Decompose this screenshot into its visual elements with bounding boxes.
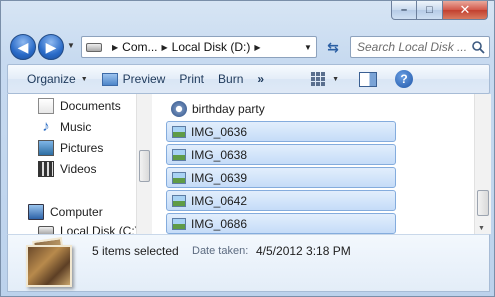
organize-label: Organize	[27, 72, 76, 86]
file-item[interactable]: IMG_0638	[166, 144, 396, 165]
preview-icon	[101, 72, 118, 86]
computer-icon	[28, 204, 44, 220]
refresh-button[interactable]: ⇆	[321, 36, 345, 58]
nav-item-label: Videos	[60, 162, 97, 176]
preview-button[interactable]: Preview	[95, 67, 173, 91]
file-item[interactable]: IMG_0636	[166, 121, 396, 142]
nav-item-computer[interactable]: Computer	[28, 204, 103, 220]
file-name: birthday party	[192, 101, 265, 116]
nav-item-documents[interactable]: Documents	[38, 98, 121, 114]
file-name: IMG_0642	[191, 193, 248, 208]
explorer-window: – □ ✕ ◀ ▶ ▼ ▶ Com... ▶ Local Disk (D:) ▶…	[0, 0, 495, 297]
image-file-icon	[172, 171, 186, 184]
navigation-scrollbar[interactable]	[136, 94, 152, 234]
nav-item-music[interactable]: ♪ Music	[38, 119, 91, 135]
breadcrumb-local-disk[interactable]: Local Disk (D:)	[172, 40, 251, 54]
preview-label: Preview	[122, 72, 166, 86]
file-name: IMG_0639	[191, 170, 248, 185]
details-pane: 5 items selected Date taken: 4/5/2012 3:…	[7, 234, 490, 292]
breadcrumb-computer[interactable]: Com...	[122, 40, 157, 54]
search-icon[interactable]	[471, 40, 485, 54]
more-commands-button[interactable]: »	[250, 67, 271, 91]
navigation-pane: Documents ♪ Music Pictures Videos Comput…	[8, 94, 152, 234]
recent-pages-dropdown-icon[interactable]: ▼	[67, 41, 75, 50]
maximize-button[interactable]: □	[417, 1, 443, 20]
selection-thumbnail	[26, 245, 72, 287]
command-bar: Organize ▼ Preview Print Burn » ▼ ?	[7, 64, 490, 94]
image-file-icon	[172, 148, 186, 161]
scroll-down-icon[interactable]: ▼	[478, 225, 485, 232]
file-item[interactable]: IMG_0639	[166, 167, 396, 188]
help-icon[interactable]: ?	[395, 70, 413, 88]
search-input[interactable]: Search Local Disk ...	[350, 36, 490, 58]
breadcrumb-separator-icon[interactable]: ▶	[112, 43, 118, 52]
print-button[interactable]: Print	[172, 67, 211, 91]
zip-folder-icon	[171, 100, 187, 117]
view-options-dropdown-icon[interactable]: ▼	[332, 76, 339, 83]
documents-icon	[38, 98, 54, 114]
nav-item-videos[interactable]: Videos	[38, 161, 96, 177]
pictures-icon	[38, 140, 54, 156]
drive-icon	[38, 226, 54, 234]
address-bar[interactable]: ▶ Com... ▶ Local Disk (D:) ▶ ▼	[81, 36, 317, 58]
selection-count: 5 items selected	[92, 244, 179, 258]
image-file-icon	[172, 194, 186, 207]
nav-item-label: Documents	[60, 99, 121, 113]
caption-buttons: – □ ✕	[391, 1, 488, 20]
file-name: IMG_0686	[191, 216, 248, 231]
burn-button[interactable]: Burn	[211, 67, 250, 91]
folder-item[interactable]: birthday party	[166, 98, 396, 119]
organize-button[interactable]: Organize ▼	[20, 67, 95, 91]
nav-item-label: Local Disk (C:)	[60, 224, 139, 234]
file-item[interactable]: IMG_0642	[166, 190, 396, 211]
navigation-bar: ◀ ▶ ▼ ▶ Com... ▶ Local Disk (D:) ▶ ▼ ⇆ S…	[7, 32, 490, 60]
search-placeholder: Search Local Disk ...	[357, 40, 468, 54]
drive-icon	[86, 42, 102, 52]
file-item[interactable]: IMG_0686	[166, 213, 396, 234]
image-file-icon	[172, 125, 186, 138]
nav-item-label: Music	[60, 120, 92, 134]
print-label: Print	[179, 72, 205, 86]
videos-icon	[38, 161, 54, 177]
preview-pane-icon[interactable]	[359, 71, 377, 87]
nav-item-label: Pictures	[60, 141, 104, 155]
chevron-down-icon: ▼	[80, 75, 88, 83]
scrollbar-thumb[interactable]	[477, 190, 489, 216]
nav-item-pictures[interactable]: Pictures	[38, 140, 103, 156]
nav-item-label: Computer	[50, 205, 103, 219]
scrollbar-thumb[interactable]	[139, 150, 150, 182]
file-list-scrollbar[interactable]: ▼	[474, 94, 491, 234]
date-taken-value[interactable]: 4/5/2012 3:18 PM	[256, 244, 351, 258]
forward-button[interactable]: ▶	[38, 34, 64, 60]
file-list: birthday party IMG_0636 IMG_0638 IMG_063…	[153, 94, 491, 234]
file-name: IMG_0636	[191, 124, 248, 139]
minimize-button[interactable]: –	[391, 1, 417, 20]
burn-label: Burn	[218, 72, 244, 86]
address-history-dropdown-icon[interactable]: ▼	[300, 37, 316, 57]
refresh-icon: ⇆	[327, 38, 339, 55]
change-view-icon[interactable]	[311, 72, 327, 86]
breadcrumb-separator-icon[interactable]: ▶	[162, 43, 168, 52]
back-button[interactable]: ◀	[10, 34, 36, 60]
breadcrumb-separator-icon[interactable]: ▶	[254, 43, 260, 52]
content-area: Documents ♪ Music Pictures Videos Comput…	[7, 94, 491, 234]
close-button[interactable]: ✕	[443, 1, 488, 20]
file-name: IMG_0638	[191, 147, 248, 162]
nav-item-local-disk-c[interactable]: Local Disk (C:)	[38, 224, 139, 234]
image-file-icon	[172, 217, 186, 230]
date-taken-label: Date taken:	[192, 245, 249, 257]
music-icon: ♪	[42, 118, 50, 135]
